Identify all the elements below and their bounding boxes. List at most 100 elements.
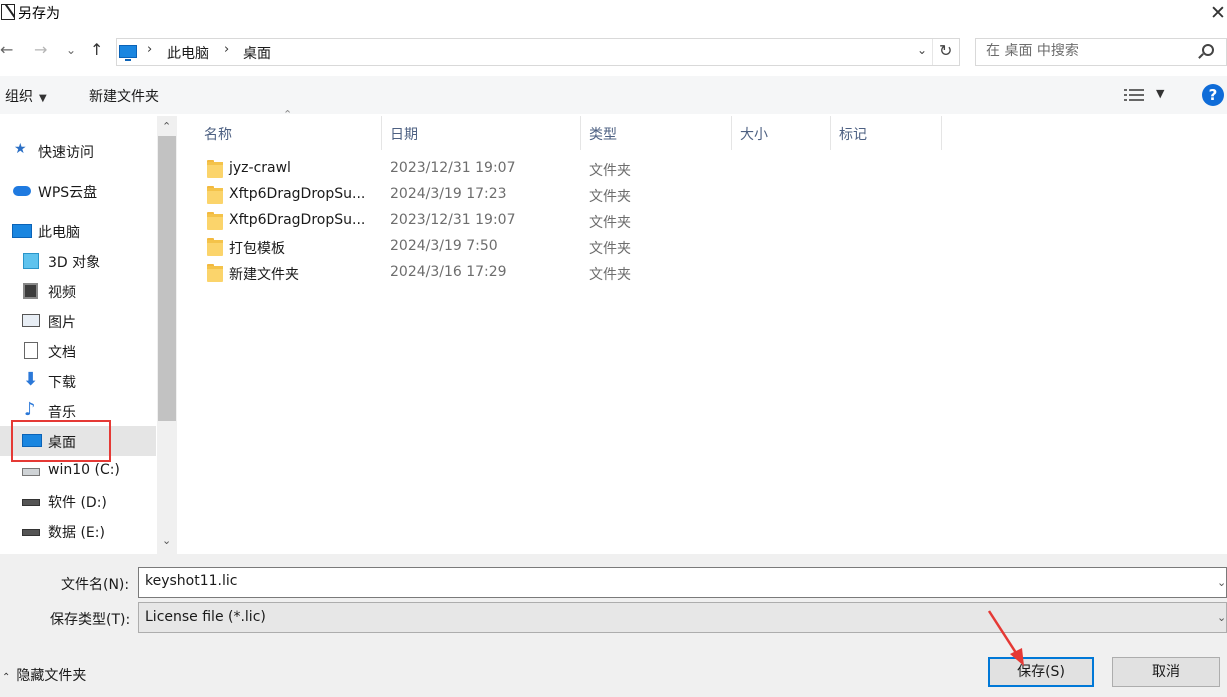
nav-item-label: 快速访问 — [38, 145, 94, 161]
hide-folders-label: 隐藏文件夹 — [16, 668, 87, 684]
title-bar: 另存为 ✕ — [0, 0, 1227, 28]
nav-item-pictures[interactable]: 图片 — [0, 306, 156, 336]
file-date: 2024/3/16 17:29 — [390, 264, 507, 280]
scroll-down-icon[interactable]: ⌄ — [162, 534, 171, 547]
folder-icon — [207, 186, 223, 204]
file-row[interactable]: Xftp6DragDropSu... 2024/3/19 17:23 文件夹 — [200, 183, 660, 209]
nav-item-label: 下载 — [48, 375, 76, 391]
filename-combobox[interactable]: ⌄ — [138, 567, 1227, 598]
divider — [932, 39, 933, 65]
file-date: 2024/3/19 17:23 — [390, 186, 507, 202]
computer-icon — [119, 45, 137, 61]
3d-objects-icon — [23, 253, 39, 269]
nav-item-label: 3D 对象 — [48, 255, 101, 271]
view-options-icon[interactable] — [1124, 88, 1144, 102]
nav-item-drive-e[interactable]: 数据 (E:) — [0, 516, 156, 546]
filename-input[interactable] — [145, 573, 1045, 589]
column-divider[interactable] — [941, 116, 942, 150]
nav-item-drive-d[interactable]: 软件 (D:) — [0, 486, 156, 516]
nav-item-videos[interactable]: 视频 — [0, 276, 156, 306]
folder-icon — [207, 212, 223, 230]
file-type: 文件夹 — [589, 241, 631, 257]
forward-button[interactable]: → — [34, 40, 47, 59]
hide-folders-toggle[interactable]: ⌃ 隐藏文件夹 — [2, 665, 86, 685]
nav-item-label: 图片 — [48, 315, 76, 331]
file-name: 新建文件夹 — [229, 267, 299, 283]
chevron-right-icon[interactable]: › — [224, 42, 229, 57]
app-icon — [1, 4, 15, 20]
column-header-size[interactable]: 大小 — [732, 116, 830, 150]
download-icon: ⬇ — [23, 369, 39, 390]
filetype-value: License file (*.lic) — [145, 609, 266, 625]
video-icon — [23, 283, 38, 299]
filetype-select[interactable]: License file (*.lic) ⌄ — [138, 602, 1227, 633]
nav-item-documents[interactable]: 文档 — [0, 336, 156, 366]
column-label: 标记 — [839, 127, 867, 143]
scroll-up-icon[interactable]: ⌃ — [162, 120, 171, 133]
file-type: 文件夹 — [589, 189, 631, 205]
file-type: 文件夹 — [589, 215, 631, 231]
navigation-scrollbar[interactable]: ⌃ ⌄ — [157, 116, 177, 554]
nav-item-quick-access[interactable]: ★ 快速访问 — [0, 136, 156, 166]
nav-item-label: win10 (C:) — [48, 462, 120, 478]
folder-icon — [207, 264, 223, 282]
search-input[interactable] — [986, 43, 1186, 59]
folder-icon — [207, 238, 223, 256]
caret-down-icon[interactable]: ▼ — [1156, 87, 1164, 100]
toolbar: 组织 ▼ 新建文件夹 ▼ ? — [0, 76, 1227, 114]
drive-icon — [22, 499, 40, 506]
column-label: 日期 — [390, 127, 418, 143]
breadcrumb-this-pc[interactable]: 此电脑 — [167, 43, 209, 63]
window-title: 另存为 — [18, 6, 60, 22]
column-header-type[interactable]: 类型 — [581, 116, 731, 150]
refresh-icon[interactable]: ↻ — [939, 41, 952, 60]
back-button[interactable]: ← — [0, 40, 13, 59]
nav-item-3d-objects[interactable]: 3D 对象 — [0, 246, 156, 276]
search-icon[interactable] — [1202, 44, 1214, 56]
close-icon[interactable]: ✕ — [1210, 2, 1226, 24]
file-name: Xftp6DragDropSu... — [229, 212, 366, 228]
file-name: Xftp6DragDropSu... — [229, 186, 366, 202]
search-box[interactable] — [975, 38, 1227, 66]
nav-item-wps-cloud[interactable]: WPS云盘 — [0, 176, 156, 206]
file-row[interactable]: 打包模板 2024/3/19 7:50 文件夹 — [200, 235, 660, 261]
nav-item-label: WPS云盘 — [38, 185, 98, 201]
chevron-up-icon: ⌃ — [2, 672, 11, 683]
save-button[interactable]: 保存(S) — [988, 657, 1094, 687]
new-folder-button[interactable]: 新建文件夹 — [89, 86, 159, 106]
cancel-button[interactable]: 取消 — [1112, 657, 1220, 687]
chevron-right-icon[interactable]: › — [147, 42, 152, 57]
file-type: 文件夹 — [589, 163, 631, 179]
breadcrumb-desktop[interactable]: 桌面 — [243, 43, 271, 63]
file-type: 文件夹 — [589, 267, 631, 283]
file-row[interactable]: jyz-crawl 2023/12/31 19:07 文件夹 — [200, 157, 660, 183]
pictures-icon — [22, 314, 40, 327]
organize-menu[interactable]: 组织 ▼ — [5, 86, 47, 106]
file-row[interactable]: 新建文件夹 2024/3/16 17:29 文件夹 — [200, 261, 660, 287]
column-label: 大小 — [740, 127, 768, 143]
file-name: jyz-crawl — [229, 160, 291, 176]
column-header-date[interactable]: 日期 — [382, 116, 580, 150]
column-header-name[interactable]: 名称 — [196, 116, 381, 150]
help-icon[interactable]: ? — [1202, 84, 1224, 106]
up-button[interactable]: ↑ — [90, 40, 103, 59]
nav-item-label: 文档 — [48, 345, 76, 361]
file-date: 2024/3/19 7:50 — [390, 238, 498, 254]
nav-item-downloads[interactable]: ⬇ 下载 — [0, 366, 156, 396]
folder-icon — [207, 160, 223, 178]
nav-item-label: 此电脑 — [38, 225, 80, 241]
file-row[interactable]: Xftp6DragDropSu... 2023/12/31 19:07 文件夹 — [200, 209, 660, 235]
scrollbar-thumb[interactable] — [158, 136, 176, 421]
chevron-down-icon[interactable]: ⌄ — [917, 43, 927, 57]
nav-item-this-pc[interactable]: 此电脑 — [0, 216, 156, 246]
nav-item-label: 数据 (E:) — [48, 525, 105, 541]
chevron-down-icon[interactable]: ⌄ — [1217, 611, 1226, 624]
chevron-down-icon[interactable]: ⌄ — [1217, 576, 1226, 589]
organize-label: 组织 — [5, 89, 33, 105]
system-drive-icon — [22, 468, 40, 476]
file-date: 2023/12/31 19:07 — [390, 160, 516, 176]
column-header-tags[interactable]: 标记 — [831, 116, 941, 150]
filetype-label: 保存类型(T): — [50, 612, 131, 628]
address-bar[interactable]: › 此电脑 › 桌面 ⌄ ↻ — [116, 38, 960, 66]
recent-locations-button[interactable]: ⌄ — [66, 43, 76, 57]
